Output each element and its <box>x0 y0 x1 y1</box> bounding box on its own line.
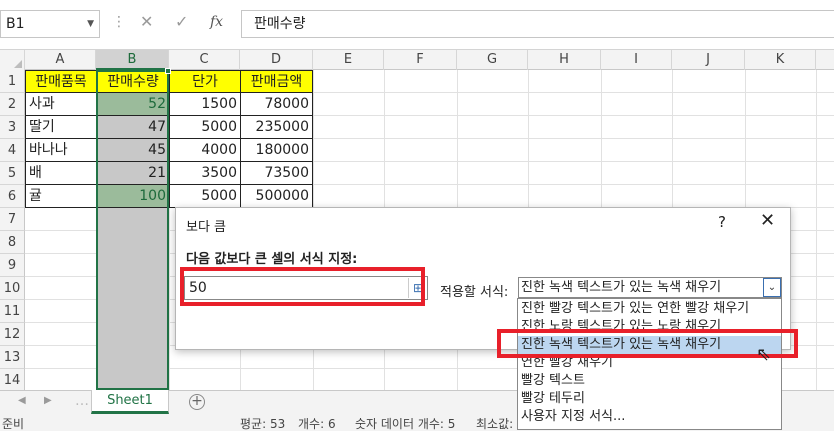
cell-price[interactable]: 3500 <box>169 162 241 185</box>
row-header[interactable]: 9 <box>0 254 25 277</box>
column-header-h[interactable]: H <box>528 50 601 70</box>
cell-item[interactable]: 귤 <box>25 185 97 208</box>
column-header-g[interactable]: G <box>457 50 528 70</box>
sheet-tab[interactable]: Sheet1 <box>91 390 169 414</box>
tab-next-icon[interactable]: ▶ <box>44 395 52 406</box>
enter-icon[interactable]: ✓ <box>175 12 188 31</box>
format-label: 적용할 서식: <box>440 285 509 300</box>
name-box[interactable]: B1 ▼ <box>0 10 100 38</box>
cell-item[interactable]: 딸기 <box>25 116 97 139</box>
dialog-title: 보다 큼 <box>186 220 227 235</box>
header-cell-amount[interactable]: 판매금액 <box>240 70 313 93</box>
header-cell-item[interactable]: 판매품목 <box>25 70 97 93</box>
format-select-value: 진한 녹색 텍스트가 있는 녹색 채우기 <box>521 280 722 295</box>
cancel-icon[interactable]: ✕ <box>140 12 153 31</box>
status-average: 평균: 53 <box>240 417 286 431</box>
fill-handle[interactable] <box>165 68 171 74</box>
row-header[interactable]: 12 <box>0 323 25 346</box>
select-all-button[interactable] <box>0 50 25 70</box>
more-dots-icon: ⋮ <box>112 14 126 30</box>
highlight-box-value <box>180 267 425 306</box>
status-numeric-count: 숫자 데이터 개수: 5 <box>355 417 456 431</box>
status-count: 개수: 6 <box>298 417 336 431</box>
cell-amount[interactable]: 78000 <box>240 93 313 116</box>
function-icon[interactable]: fx <box>210 14 223 30</box>
status-ready: 준비 <box>2 417 25 431</box>
formula-bar: B1 ▼ ⋮ ✕ ✓ fx 판매수량 <box>0 0 834 50</box>
cell-price[interactable]: 1500 <box>169 93 241 116</box>
row-header[interactable]: 5 <box>0 162 25 185</box>
column-header-i[interactable]: I <box>601 50 672 70</box>
column-header-d[interactable]: D <box>240 50 313 70</box>
add-sheet-button[interactable]: + <box>189 394 205 410</box>
mouse-cursor-icon: ⇖ <box>756 344 772 365</box>
row-header[interactable]: 3 <box>0 116 25 139</box>
column-headers: A B C D E F G H I J K <box>0 50 834 70</box>
row-header[interactable]: 1 <box>0 70 25 93</box>
cell-price[interactable]: 4000 <box>169 139 241 162</box>
row-header[interactable]: 13 <box>0 346 25 369</box>
highlight-box-option <box>497 329 798 358</box>
column-header-c[interactable]: C <box>169 50 240 70</box>
format-select[interactable]: 진한 녹색 텍스트가 있는 녹색 채우기 ⌄ <box>518 277 782 298</box>
row-header[interactable]: 6 <box>0 185 25 208</box>
dialog-label: 다음 값보다 큰 셀의 서식 지정: <box>186 252 358 267</box>
format-option[interactable]: 빨강 테두리 <box>518 390 781 408</box>
header-cell-price[interactable]: 단가 <box>169 70 241 93</box>
formula-input[interactable]: 판매수량 <box>241 10 834 38</box>
column-header-k[interactable]: K <box>745 50 816 70</box>
cell-item[interactable]: 사과 <box>25 93 97 116</box>
column-header-e[interactable]: E <box>313 50 384 70</box>
tab-prev-icon[interactable]: ◀ <box>18 395 26 406</box>
cell-item[interactable]: 바나나 <box>25 139 97 162</box>
cell-item[interactable]: 배 <box>25 162 97 185</box>
selection-border <box>96 70 169 390</box>
row-header[interactable]: 2 <box>0 93 25 116</box>
close-icon[interactable]: ✕ <box>760 210 775 231</box>
cell-amount[interactable]: 73500 <box>240 162 313 185</box>
row-header[interactable]: 10 <box>0 277 25 300</box>
cell-price[interactable]: 5000 <box>169 185 241 208</box>
name-box-value: B1 <box>6 16 25 32</box>
cell-amount[interactable]: 180000 <box>240 139 313 162</box>
format-option[interactable]: 빨강 텍스트 <box>518 372 781 390</box>
row-header[interactable]: 8 <box>0 231 25 254</box>
column-header-f[interactable]: F <box>384 50 457 70</box>
row-header[interactable]: 4 <box>0 139 25 162</box>
column-header-a[interactable]: A <box>25 50 96 70</box>
format-dropdown-list: 진한 빨강 텍스트가 있는 연한 빨강 채우기 진한 노랑 텍스트가 있는 노랑… <box>517 298 782 430</box>
help-icon[interactable]: ? <box>718 213 726 231</box>
chevron-down-icon[interactable]: ▼ <box>87 11 94 37</box>
cell-amount[interactable]: 235000 <box>240 116 313 139</box>
row-header[interactable]: 14 <box>0 369 25 392</box>
chevron-down-icon[interactable]: ⌄ <box>763 278 781 297</box>
tab-more-icon[interactable]: … <box>75 393 89 409</box>
column-header-b[interactable]: B <box>96 50 169 70</box>
format-option[interactable]: 진한 빨강 텍스트가 있는 연한 빨강 채우기 <box>518 300 781 318</box>
format-option[interactable]: 사용자 지정 서식... <box>518 408 781 426</box>
row-header[interactable]: 7 <box>0 208 25 231</box>
cell-amount[interactable]: 500000 <box>240 185 313 208</box>
row-header[interactable]: 11 <box>0 300 25 323</box>
column-header-j[interactable]: J <box>672 50 745 70</box>
cell-price[interactable]: 5000 <box>169 116 241 139</box>
